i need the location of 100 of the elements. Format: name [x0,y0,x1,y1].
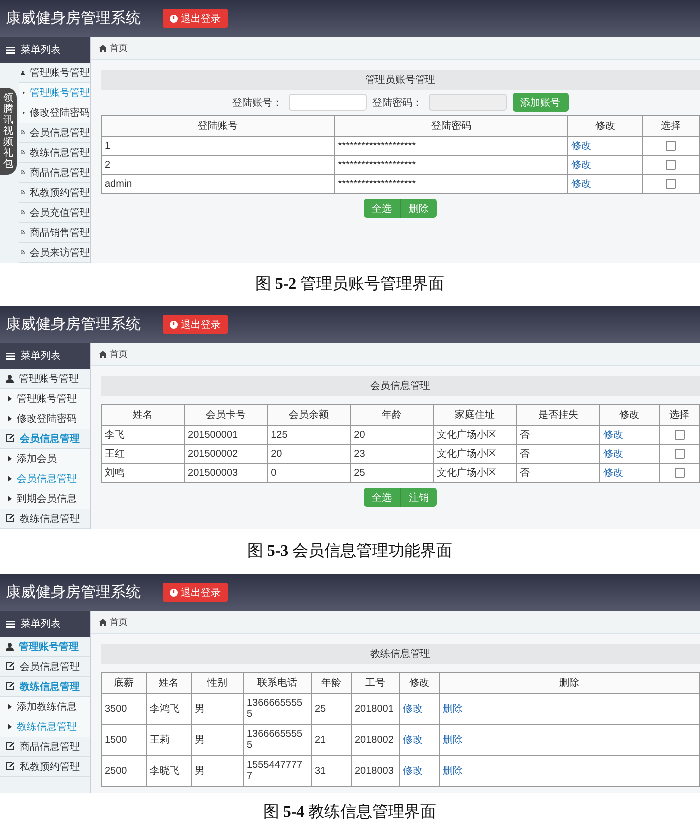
column-header: 会员卡号 [184,404,268,426]
table-cell: 王莉 [146,724,192,756]
home-icon [99,350,107,358]
table-cell: 1 [102,136,335,156]
breadcrumb-link[interactable]: 首页 [110,616,128,628]
sidebar-item[interactable]: 管理账号管理 [0,637,90,657]
figure-caption: 图 5-2 管理员账号管理界面 [255,275,445,295]
table-cell: 201500003 [184,464,268,482]
sidebar-item[interactable]: 添加教练信息 [0,697,90,717]
column-header: 是否挂失 [516,404,600,426]
breadcrumb-link[interactable]: 首页 [110,348,128,360]
table-cell: admin [102,174,335,194]
table-cell: 201500002 [184,444,268,464]
table-cell: 31 [312,756,352,786]
table-link[interactable]: 删除 [443,766,463,777]
edit-icon [21,228,25,237]
table-link[interactable]: 修改 [403,766,423,777]
table-cell: 3500 [102,694,146,724]
logout-button[interactable]: 退出登录 [163,583,228,602]
figure-caption: 图 5-3 会员信息管理功能界面 [247,542,453,562]
table-cell: 15554477777 [244,756,312,786]
sidebar-item[interactable]: 添加会员 [0,449,90,469]
user-icon [6,374,14,382]
user-icon [6,642,14,650]
sidebar-item[interactable]: 商品信息管理 [19,163,90,183]
column-header: 年龄 [312,672,352,694]
column-header: 性别 [192,672,244,694]
table-link[interactable]: 修改 [571,160,592,171]
sidebar-item[interactable]: 管理账号管理 [19,83,90,103]
table-cell: 1500 [102,724,146,756]
action-button[interactable]: 注销 [400,488,437,507]
edit-icon [6,682,15,691]
promo-toast[interactable]: 领腾讯视频礼包 [0,88,17,175]
table-cell: 201500001 [184,426,268,444]
column-header: 底薪 [102,672,146,694]
column-header: 登陆密码 [334,116,568,136]
table-cell: ******************** [334,156,568,174]
sidebar-item[interactable]: 会员充值管理 [19,203,90,223]
table-link[interactable]: 删除 [443,704,463,715]
sidebar-item[interactable]: 会员信息管理 [19,123,90,143]
table-link[interactable]: 修改 [571,179,592,190]
add-button[interactable]: 添加账号 [512,93,568,112]
table-cell: 2018003 [352,756,400,786]
table-link[interactable]: 修改 [571,141,592,152]
sidebar-item[interactable]: 修改登陆密码 [0,409,90,429]
sidebar-item[interactable]: 商品销售管理 [19,223,90,243]
sidebar-item[interactable]: 会员信息管理 [0,657,90,677]
column-header: 修改 [568,116,643,136]
table-link[interactable]: 删除 [443,735,463,746]
checkbox[interactable] [674,448,685,459]
column-header: 姓名 [146,672,192,694]
sidebar-item[interactable]: 私教预约管理 [19,183,90,203]
column-header: 选择 [642,116,700,136]
table-cell: 2500 [102,756,146,786]
table-cell: 否 [516,464,600,482]
action-button[interactable]: 删除 [400,199,437,218]
caret-icon [8,704,12,710]
table-link[interactable]: 修改 [403,735,423,746]
sidebar-item[interactable]: 商品信息管理 [0,737,90,757]
power-icon [170,588,178,596]
action-button[interactable]: 全选 [364,488,400,507]
checkbox[interactable] [666,160,676,170]
power-icon [170,14,178,22]
sidebar-item[interactable]: 教练信息管理 [19,143,90,163]
table-link[interactable]: 修改 [603,468,624,479]
panel-title: 会员信息管理 [101,376,700,396]
sidebar-item[interactable]: 到期会员信息 [0,489,90,509]
input-field[interactable] [428,94,506,111]
caret-icon [8,416,12,422]
table-cell: 文化广场小区 [434,426,517,444]
sidebar-item[interactable]: 私教预约管理 [0,757,90,777]
input-field[interactable] [288,94,366,111]
table-link[interactable]: 修改 [403,704,423,715]
sidebar-item[interactable]: 教练信息管理 [0,717,90,737]
sidebar-item[interactable]: 会员来访管理 [19,243,90,263]
table-link[interactable]: 修改 [603,430,624,441]
sidebar-item[interactable]: 修改登陆密码 [19,103,90,123]
action-button[interactable]: 全选 [364,199,400,218]
column-header: 年龄 [350,404,434,426]
sidebar-item[interactable]: 教练信息管理 [0,509,90,529]
app-title: 康威健身房管理系统 [6,9,141,28]
table-cell: 23 [350,444,434,464]
panel-title: 教练信息管理 [101,644,700,664]
logout-button[interactable]: 退出登录 [163,315,228,334]
checkbox[interactable] [666,140,676,151]
logout-button[interactable]: 退出登录 [163,9,228,28]
edit-icon [6,662,15,671]
sidebar-item[interactable]: 会员信息管理 [0,469,90,489]
sidebar-item[interactable]: 管理账号管理 [0,389,90,409]
table-cell: 文化广场小区 [434,464,517,482]
panel-title: 管理员账号管理 [101,70,700,90]
breadcrumb-link[interactable]: 首页 [110,42,128,54]
checkbox[interactable] [674,430,685,440]
edit-icon [21,248,25,257]
table-cell: 刘鸣 [102,464,185,482]
caret-icon [8,476,12,482]
checkbox[interactable] [666,178,676,189]
checkbox[interactable] [674,468,685,478]
caret-icon [8,724,12,730]
table-link[interactable]: 修改 [603,449,624,460]
